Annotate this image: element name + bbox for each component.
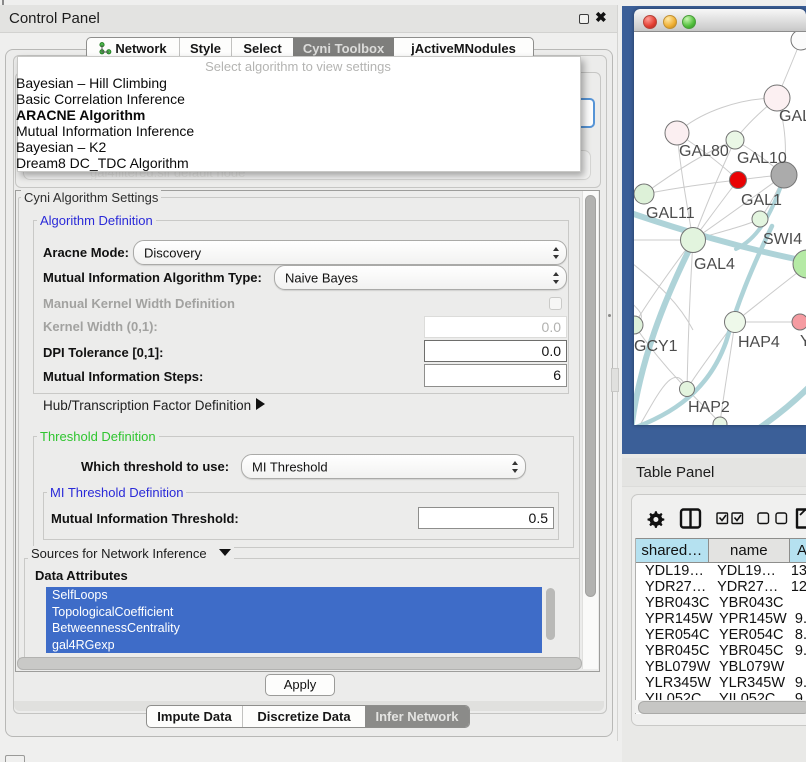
svg-text:GAL4: GAL4 (694, 256, 735, 273)
svg-text:GCY1: GCY1 (634, 338, 678, 355)
svg-text:SWI4: SWI4 (763, 231, 802, 248)
svg-text:GAL80: GAL80 (679, 143, 729, 160)
svg-text:GAL1: GAL1 (741, 192, 782, 209)
svg-text:HAP2: HAP2 (688, 399, 730, 416)
svg-text:GAL10: GAL10 (737, 150, 787, 167)
svg-text:GAL11: GAL11 (646, 205, 695, 222)
svg-text:GAL2: GAL2 (779, 108, 806, 125)
svg-text:Y: Y (800, 333, 806, 350)
svg-text:HAP4: HAP4 (738, 334, 780, 351)
